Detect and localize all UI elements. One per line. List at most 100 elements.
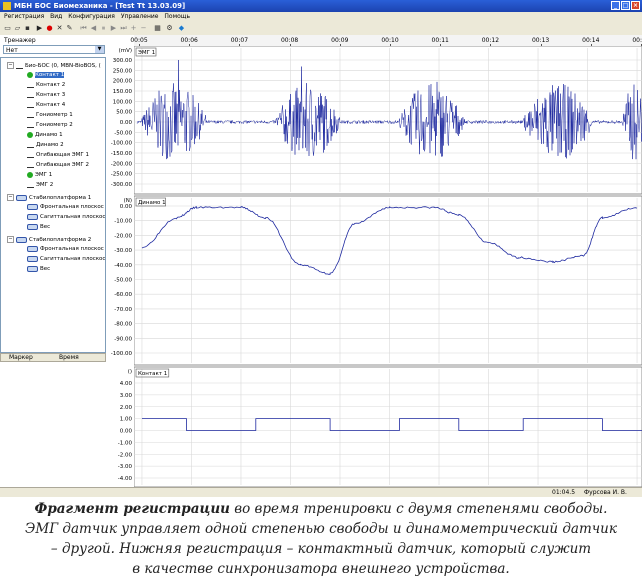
tree-item[interactable]: Огибающая ЭМГ 2 xyxy=(27,162,89,168)
y-tick-label: -2.00 xyxy=(118,452,133,458)
new-file-icon[interactable]: ▭ xyxy=(3,24,12,33)
play-icon[interactable]: ▶ xyxy=(35,24,44,33)
zoom-in-icon[interactable]: + xyxy=(129,24,138,33)
platform-icon xyxy=(27,246,38,252)
tree-item[interactable]: Динамо 2 xyxy=(27,142,64,148)
zoom-out-icon[interactable]: − xyxy=(139,24,148,33)
platform-icon xyxy=(16,194,27,201)
y-axis-labels: (mV) 300.00 250.00 200.00 150.00 100.00 50.00 0… xyxy=(111,48,133,482)
window-controls: _ □ × xyxy=(611,1,640,10)
save-icon[interactable]: ▪ xyxy=(23,24,32,33)
next-icon[interactable]: ▶ xyxy=(109,24,118,33)
marker-icon[interactable]: ✕ xyxy=(55,24,64,33)
tree-item[interactable]: Вес xyxy=(27,266,50,272)
expand-toggle[interactable]: − xyxy=(7,62,14,69)
y-axis-unit: () xyxy=(128,369,132,375)
y-tick-label: -80.00 xyxy=(114,322,132,328)
y-tick-label: -10.00 xyxy=(114,219,132,225)
last-icon[interactable]: ⏭ xyxy=(119,24,128,33)
ruler-tick-label: 00:08 xyxy=(280,37,299,44)
sensor-icon xyxy=(27,92,34,98)
platform-icon xyxy=(16,236,27,243)
tree-item[interactable]: ЭМГ 1 xyxy=(27,172,52,178)
tree-item[interactable]: Фронтальная плоскос xyxy=(27,246,104,252)
menu-control[interactable]: Управление xyxy=(121,13,159,20)
close-button[interactable]: × xyxy=(631,1,640,10)
pen-icon[interactable]: ✎ xyxy=(65,24,74,33)
tree-item[interactable]: − Стабилоплатформа 2 xyxy=(7,236,91,243)
tree-item[interactable]: Огибающая ЭМГ 1 xyxy=(27,152,89,158)
menu-view[interactable]: Вид xyxy=(50,13,62,20)
tree-item[interactable]: Вес xyxy=(27,224,50,230)
maximize-button[interactable]: □ xyxy=(621,1,630,10)
menu-bar: Регистрация Вид Конфигурация Управление … xyxy=(0,12,642,22)
expand-toggle[interactable]: − xyxy=(7,194,14,201)
tree-item-label: Контакт 4 xyxy=(36,102,66,108)
y-tick-label: 300.00 xyxy=(113,58,133,64)
tree-item[interactable]: − Био-БОС (0, MBN-BioBOS, ( xyxy=(7,62,101,69)
y-tick-label: -300.00 xyxy=(111,182,133,188)
shape-icon[interactable]: ◆ xyxy=(177,24,186,33)
pause-icon[interactable]: ⏸ xyxy=(99,24,108,33)
marker-table-header: Маркер Время xyxy=(0,353,106,362)
y-tick-label: 50.00 xyxy=(116,110,132,116)
y-tick-label: 200.00 xyxy=(113,79,133,85)
tree-item[interactable]: Гониометр 1 xyxy=(27,112,73,118)
caption-line-3: – другой. Нижняя регистрация – контактны… xyxy=(50,541,592,557)
chevron-down-icon[interactable]: ▼ xyxy=(95,46,104,53)
tree-item[interactable]: Контакт 2 xyxy=(27,82,65,88)
open-folder-icon[interactable]: ▱ xyxy=(13,24,22,33)
ruler-tick-label: 00:05 xyxy=(130,37,148,44)
tree-item-label: Фронтальная плоскос xyxy=(40,204,104,210)
tree-item[interactable]: Сагиттальная плоскос xyxy=(27,256,105,262)
tree-item[interactable]: Гониометр 2 xyxy=(27,122,73,128)
settings-grid-icon[interactable]: ▦ xyxy=(153,24,162,33)
chart-pane: ЭМГ 1 xyxy=(133,45,642,195)
marker-column-header[interactable]: Маркер xyxy=(9,354,33,362)
sensors-icon[interactable]: ⚙ xyxy=(165,24,174,33)
signal-chart: ЭМГ 1 Динамо 1 Контакт 1 xyxy=(133,45,642,488)
y-tick-label: 4.00 xyxy=(120,381,133,387)
expand-toggle[interactable]: − xyxy=(7,236,14,243)
tree-item[interactable]: Контакт 1 xyxy=(27,72,65,78)
tree-item[interactable]: Фронтальная плоскос xyxy=(27,204,104,210)
trainer-value: Нет xyxy=(6,47,18,54)
menu-help[interactable]: Помощь xyxy=(164,13,190,20)
tree-item[interactable]: Динамо 1 xyxy=(27,132,63,138)
tree-item[interactable]: Сагиттальная плоскос xyxy=(27,214,105,220)
trainer-select[interactable]: Нет ▼ xyxy=(3,45,105,54)
minimize-button[interactable]: _ xyxy=(611,1,620,10)
tree-item-label: Контакт 2 xyxy=(36,82,66,88)
tree-item-label: Гониометр 1 xyxy=(36,112,73,118)
first-icon[interactable]: ⏮ xyxy=(79,24,88,33)
y-tick-label: 0.00 xyxy=(120,204,133,210)
app-icon xyxy=(3,2,11,10)
tree-item-label: ЭМГ 2 xyxy=(36,182,54,188)
tree-item[interactable]: Контакт 4 xyxy=(27,102,65,108)
toolbar: ▭ ▱ ▪ ▶ ● ✕ ✎ ⏮ ◀ ⏸ ▶ ⏭ + − ▦ ⚙ ◆ xyxy=(0,22,642,36)
y-tick-label: -20.00 xyxy=(114,233,132,239)
y-tick-label: -30.00 xyxy=(114,248,132,254)
y-tick-label: 1.00 xyxy=(120,417,133,423)
tree-item[interactable]: Контакт 3 xyxy=(27,92,65,98)
title-bar: МБН БОС Биомеханика - [Test Tt 13.03.09]… xyxy=(0,0,642,12)
prev-icon[interactable]: ◀ xyxy=(89,24,98,33)
y-tick-label: 3.00 xyxy=(120,393,133,399)
menu-configuration[interactable]: Конфигурация xyxy=(68,13,115,20)
record-icon[interactable]: ● xyxy=(45,24,54,33)
tree-item-label: Фронтальная плоскос xyxy=(40,246,104,252)
tree-item[interactable]: ЭМГ 2 xyxy=(27,182,53,188)
bug-icon xyxy=(27,132,33,138)
tree-item-label: Стабилоплатформа 2 xyxy=(29,236,92,243)
sensor-icon xyxy=(27,152,34,158)
tree-item[interactable]: − Стабилоплатформа 1 xyxy=(7,194,91,201)
time-column-header[interactable]: Время xyxy=(59,354,79,362)
pane-frame xyxy=(133,195,642,366)
signal-chart-area[interactable]: ЭМГ 1 Динамо 1 Контакт 1 xyxy=(133,45,642,488)
platform-icon xyxy=(27,204,38,210)
ruler-tick-label: 00:12 xyxy=(481,37,500,44)
figure-caption: Фрагмент регистрации во время тренировки… xyxy=(0,497,642,586)
y-tick-label: -200.00 xyxy=(111,161,133,167)
menu-registration[interactable]: Регистрация xyxy=(4,13,44,20)
pane-label: Контакт 1 xyxy=(138,371,167,377)
